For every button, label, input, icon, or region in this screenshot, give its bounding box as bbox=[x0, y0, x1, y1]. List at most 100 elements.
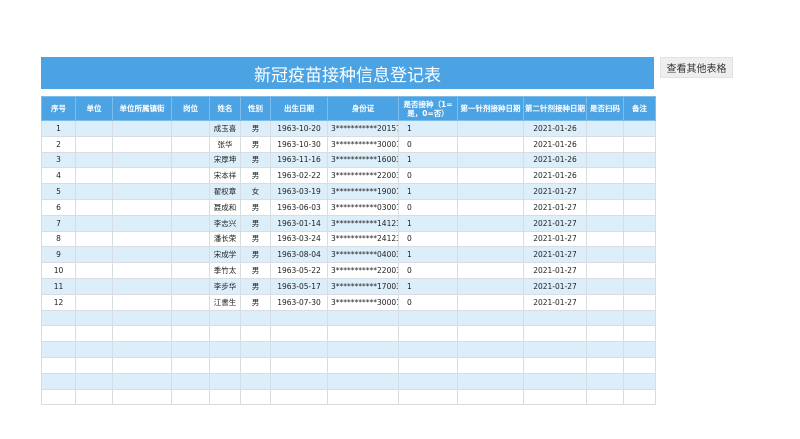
cell-unit[interactable] bbox=[75, 214, 113, 232]
col-header-birth[interactable]: 出生日期 bbox=[270, 96, 328, 121]
cell-sex[interactable]: 男 bbox=[240, 135, 271, 153]
cell-second-dose[interactable] bbox=[523, 325, 587, 343]
cell-sex[interactable] bbox=[240, 388, 271, 406]
cell-birth[interactable]: 1963-03-19 bbox=[270, 183, 328, 200]
cell-id[interactable] bbox=[327, 388, 399, 406]
cell-no[interactable]: 12 bbox=[41, 293, 76, 311]
cell-note[interactable] bbox=[623, 230, 656, 248]
cell-town[interactable] bbox=[112, 372, 172, 390]
cell-scanned[interactable] bbox=[586, 325, 624, 343]
cell-name[interactable]: 成玉喜 bbox=[209, 120, 241, 137]
cell-second-dose[interactable]: 2021-01-27 bbox=[523, 183, 587, 200]
cell-second-dose[interactable]: 2021-01-27 bbox=[523, 262, 587, 279]
cell-sex[interactable]: 男 bbox=[240, 230, 271, 248]
cell-unit[interactable] bbox=[75, 167, 113, 185]
cell-vaccinated[interactable]: 0 bbox=[398, 198, 458, 216]
cell-sex[interactable]: 男 bbox=[240, 151, 271, 169]
cell-name[interactable] bbox=[209, 341, 241, 358]
cell-id[interactable]: 3***********241232 bbox=[327, 230, 399, 248]
cell-unit[interactable] bbox=[75, 372, 113, 390]
cell-no[interactable] bbox=[41, 341, 76, 358]
cell-town[interactable] bbox=[112, 214, 172, 232]
cell-note[interactable] bbox=[623, 214, 656, 232]
cell-town[interactable] bbox=[112, 246, 172, 264]
cell-first-dose[interactable] bbox=[457, 341, 524, 358]
cell-post[interactable] bbox=[171, 277, 210, 295]
cell-id[interactable] bbox=[327, 356, 399, 374]
cell-town[interactable] bbox=[112, 120, 172, 137]
cell-scanned[interactable] bbox=[586, 183, 624, 200]
cell-note[interactable] bbox=[623, 356, 656, 374]
cell-id[interactable]: 3***********170036 bbox=[327, 277, 399, 295]
cell-no[interactable] bbox=[41, 309, 76, 327]
cell-no[interactable]: 3 bbox=[41, 151, 76, 169]
cell-unit[interactable] bbox=[75, 262, 113, 279]
cell-vaccinated[interactable]: 1 bbox=[398, 277, 458, 295]
cell-scanned[interactable] bbox=[586, 230, 624, 248]
cell-vaccinated[interactable]: 0 bbox=[398, 230, 458, 248]
cell-vaccinated[interactable] bbox=[398, 309, 458, 327]
cell-no[interactable] bbox=[41, 356, 76, 374]
cell-vaccinated[interactable]: 1 bbox=[398, 120, 458, 137]
cell-id[interactable]: 3***********300018 bbox=[327, 135, 399, 153]
cell-first-dose[interactable] bbox=[457, 151, 524, 169]
cell-name[interactable]: 潘长荣 bbox=[209, 230, 241, 248]
cell-note[interactable] bbox=[623, 262, 656, 279]
cell-note[interactable] bbox=[623, 120, 656, 137]
cell-note[interactable] bbox=[623, 135, 656, 153]
cell-birth[interactable]: 1963-01-14 bbox=[270, 214, 328, 232]
cell-scanned[interactable] bbox=[586, 277, 624, 295]
cell-post[interactable] bbox=[171, 325, 210, 343]
cell-no[interactable] bbox=[41, 325, 76, 343]
cell-sex[interactable]: 男 bbox=[240, 246, 271, 264]
cell-unit[interactable] bbox=[75, 120, 113, 137]
cell-first-dose[interactable] bbox=[457, 167, 524, 185]
cell-id[interactable]: 3***********030019 bbox=[327, 198, 399, 216]
cell-post[interactable] bbox=[171, 356, 210, 374]
cell-scanned[interactable] bbox=[586, 120, 624, 137]
cell-name[interactable]: 季竹太 bbox=[209, 262, 241, 279]
cell-unit[interactable] bbox=[75, 151, 113, 169]
cell-unit[interactable] bbox=[75, 246, 113, 264]
cell-id[interactable]: 3***********300017 bbox=[327, 293, 399, 311]
cell-birth[interactable]: 1963-11-16 bbox=[270, 151, 328, 169]
cell-sex[interactable]: 男 bbox=[240, 277, 271, 295]
cell-no[interactable]: 6 bbox=[41, 198, 76, 216]
cell-sex[interactable]: 男 bbox=[240, 262, 271, 279]
cell-second-dose[interactable]: 2021-01-27 bbox=[523, 214, 587, 232]
cell-name[interactable] bbox=[209, 325, 241, 343]
cell-name[interactable]: 宋本祥 bbox=[209, 167, 241, 185]
cell-no[interactable]: 2 bbox=[41, 135, 76, 153]
col-header-scanned[interactable]: 是否扫码 bbox=[586, 96, 624, 121]
cell-name[interactable]: 张华 bbox=[209, 135, 241, 153]
cell-unit[interactable] bbox=[75, 388, 113, 406]
cell-scanned[interactable] bbox=[586, 388, 624, 406]
cell-name[interactable] bbox=[209, 309, 241, 327]
cell-scanned[interactable] bbox=[586, 356, 624, 374]
col-header-sex[interactable]: 性别 bbox=[240, 96, 271, 121]
cell-note[interactable] bbox=[623, 246, 656, 264]
cell-first-dose[interactable] bbox=[457, 120, 524, 137]
cell-post[interactable] bbox=[171, 388, 210, 406]
cell-vaccinated[interactable] bbox=[398, 356, 458, 374]
cell-scanned[interactable] bbox=[586, 293, 624, 311]
cell-no[interactable]: 1 bbox=[41, 120, 76, 137]
cell-vaccinated[interactable] bbox=[398, 341, 458, 358]
cell-vaccinated[interactable]: 0 bbox=[398, 262, 458, 279]
cell-post[interactable] bbox=[171, 293, 210, 311]
cell-first-dose[interactable] bbox=[457, 309, 524, 327]
cell-no[interactable]: 7 bbox=[41, 214, 76, 232]
cell-sex[interactable]: 男 bbox=[240, 120, 271, 137]
cell-second-dose[interactable] bbox=[523, 388, 587, 406]
cell-post[interactable] bbox=[171, 214, 210, 232]
cell-second-dose[interactable]: 2021-01-27 bbox=[523, 198, 587, 216]
cell-second-dose[interactable] bbox=[523, 356, 587, 374]
col-header-town[interactable]: 单位所属镇街 bbox=[112, 96, 172, 121]
cell-name[interactable]: 翟权章 bbox=[209, 183, 241, 200]
cell-first-dose[interactable] bbox=[457, 372, 524, 390]
cell-town[interactable] bbox=[112, 293, 172, 311]
cell-scanned[interactable] bbox=[586, 262, 624, 279]
cell-town[interactable] bbox=[112, 277, 172, 295]
cell-name[interactable] bbox=[209, 356, 241, 374]
cell-birth[interactable] bbox=[270, 388, 328, 406]
